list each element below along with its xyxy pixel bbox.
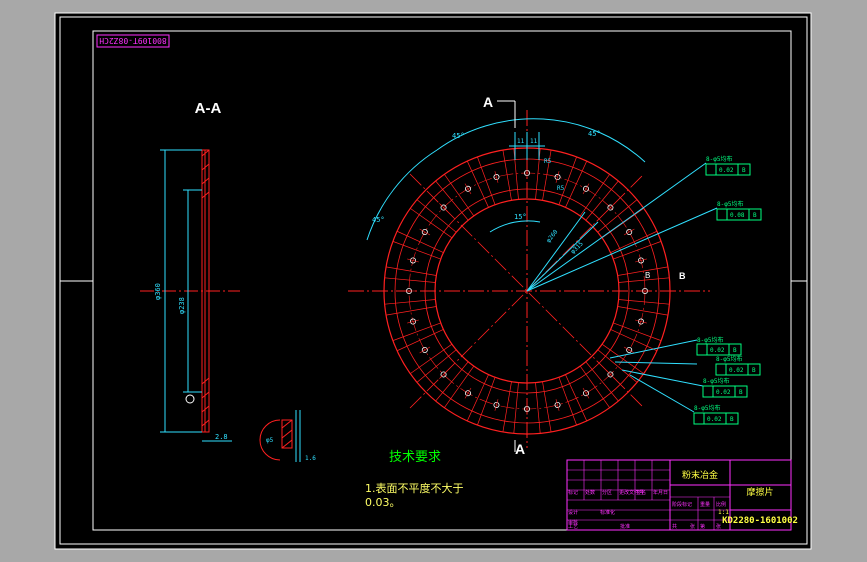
title-cell-label: 年月日	[653, 489, 668, 496]
callout-1-label: 8-φ5均布	[706, 155, 732, 163]
dim-thickness: 2.8	[215, 433, 228, 441]
radius-b: R5	[557, 185, 565, 192]
callout-1-datum: B	[742, 167, 746, 174]
callout-1-tol: 0.02	[719, 167, 734, 174]
title-cell-label: 张	[690, 523, 695, 530]
title-cell-label: 比例	[716, 501, 726, 508]
section-title: A-A	[195, 100, 222, 117]
title-cell-label: 共	[672, 523, 677, 530]
title-cell-label: 标准化	[600, 509, 615, 516]
angle-left: 45°	[452, 132, 465, 140]
callout-3-label: 8-φ5均布	[697, 336, 723, 344]
title-cell-label: 第	[700, 523, 705, 530]
detail-dim-b: φ5	[266, 437, 274, 444]
angle-center: 15°	[514, 213, 527, 221]
callout-3-tol: 0.02	[710, 347, 725, 354]
detail-dim-a: 1.6	[305, 455, 316, 462]
viewport-background	[54, 12, 812, 550]
title-cell-label: 处数	[585, 489, 595, 496]
title-part-name: 摩擦片	[746, 486, 773, 498]
callout-2-tol: 0.08	[730, 212, 745, 219]
callout-5-label: 8-φ5均布	[703, 377, 729, 385]
callout-4-label: 8-φ5均布	[716, 355, 742, 363]
notes-line-2: 0.03。	[365, 496, 401, 509]
width-b: 11	[530, 138, 538, 145]
title-cell-label: 批准	[620, 523, 630, 530]
title-cell-label: 设计	[568, 509, 578, 516]
callout-5-tol: 0.02	[716, 389, 731, 396]
notes-line-1: 1.表面不平度不大于	[365, 481, 464, 495]
dim-inner-diameter: φ238	[178, 297, 186, 314]
callout-4-datum: B	[752, 367, 756, 374]
callout-3-datum: B	[733, 347, 737, 354]
callout-6-datum: B	[730, 416, 734, 423]
radius-a: R5	[544, 158, 552, 165]
section-mark-bottom: A	[515, 441, 525, 457]
title-cell-label: 阶段标记	[672, 501, 692, 508]
datum-label-b: B	[645, 271, 650, 280]
title-cell-label: 工艺	[568, 524, 578, 530]
section-mark-right: B	[679, 271, 686, 281]
title-cell-label: 重量	[700, 501, 710, 508]
callout-6-label: 8-φ5均布	[694, 404, 720, 412]
angle-outer-left: 45°	[372, 216, 385, 224]
callout-5-datum: B	[739, 389, 743, 396]
title-cell-label: 签名	[636, 489, 646, 496]
callout-4-tol: 0.02	[729, 367, 744, 374]
section-mark-top: A	[483, 94, 493, 110]
dim-outer-diameter: φ360	[154, 283, 162, 300]
callout-2-datum: B	[753, 212, 757, 219]
notes-title: 技术要求	[389, 450, 441, 465]
width-a: 11	[517, 138, 525, 145]
callout-6-tol: 0.02	[707, 416, 722, 423]
title-cell-label: 张	[716, 523, 721, 530]
title-scale: 1:1	[718, 509, 729, 516]
title-material: 粉末冶金	[682, 469, 718, 481]
title-cell-label: 标记	[568, 489, 578, 496]
drawing-number-stamp: 800109T-08Z2CH	[99, 36, 167, 45]
callout-2-label: 8-φ5均布	[717, 200, 743, 208]
title-drawing-number: KD2280-1601002	[722, 516, 798, 526]
cad-viewer: 800109T-08Z2CH A-A φ360 φ238 2.8 45° 45°…	[0, 0, 867, 562]
angle-right: 45°	[588, 130, 601, 138]
title-cell-label: 分区	[602, 489, 612, 496]
cad-drawing-canvas[interactable]: 800109T-08Z2CH A-A φ360 φ238 2.8 45° 45°…	[0, 0, 867, 562]
